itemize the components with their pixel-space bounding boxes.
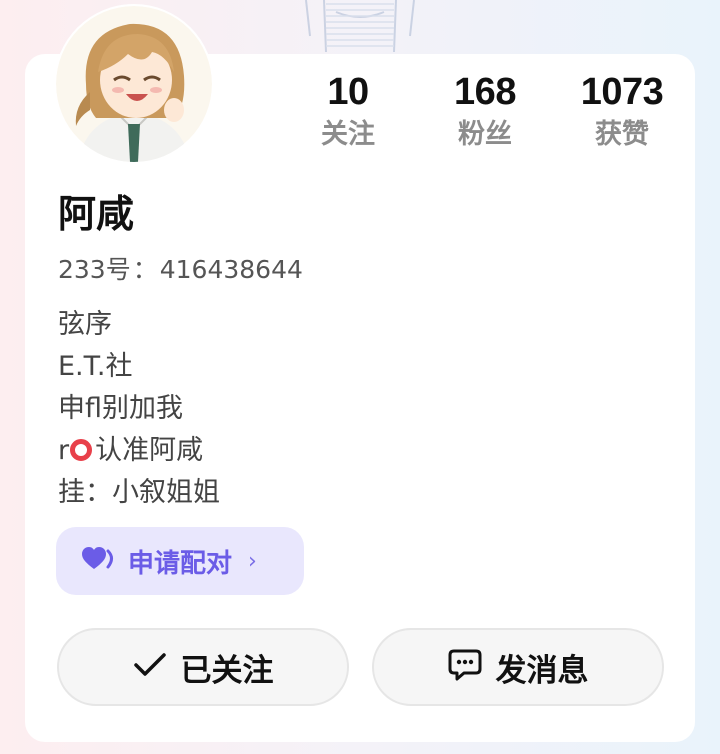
bio-line-with-icon: r 认准阿咸 bbox=[58, 430, 220, 472]
bio-line: 弦序 bbox=[58, 309, 112, 340]
request-pairing-label: 申请配对 bbox=[128, 548, 233, 579]
following-label: 关注 bbox=[321, 119, 375, 150]
bio-line: 挂：小叙姐姐 bbox=[58, 477, 220, 508]
chat-bubble-icon bbox=[448, 649, 482, 685]
decorative-figure bbox=[296, 0, 424, 53]
bio-line-prefix: r bbox=[58, 435, 70, 466]
likes-count: 1073 bbox=[580, 71, 664, 113]
heart-pair-icon bbox=[82, 547, 116, 575]
send-message-button[interactable]: 发消息 bbox=[372, 628, 664, 706]
following-count: 10 bbox=[327, 71, 369, 113]
user-id-separator: ： bbox=[132, 255, 158, 284]
request-pairing-button[interactable]: 申请配对 › bbox=[56, 527, 304, 595]
user-id-label: 233号 bbox=[58, 255, 131, 284]
stat-following[interactable]: 10 关注 bbox=[288, 72, 408, 150]
check-icon bbox=[133, 652, 167, 682]
red-ring-icon bbox=[70, 439, 93, 461]
user-id: 233号：416438644 bbox=[58, 254, 303, 286]
followers-count: 168 bbox=[454, 71, 516, 113]
bio: 弦序 E.T.社 申fl别加我 r 认准阿咸 挂：小叙姐姐 bbox=[58, 304, 220, 514]
stat-followers[interactable]: 168 粉丝 bbox=[425, 72, 545, 150]
avatar[interactable] bbox=[56, 6, 212, 162]
send-message-label: 发消息 bbox=[495, 652, 589, 689]
likes-label: 获赞 bbox=[595, 119, 649, 150]
following-button[interactable]: 已关注 bbox=[57, 628, 349, 706]
following-button-label: 已关注 bbox=[180, 652, 274, 689]
bio-line: E.T.社 bbox=[58, 351, 133, 382]
user-id-value: 416438644 bbox=[159, 255, 303, 284]
username: 阿咸 bbox=[58, 192, 135, 236]
followers-label: 粉丝 bbox=[458, 119, 512, 150]
anime-girl-avatar-icon bbox=[56, 6, 212, 162]
stat-likes[interactable]: 1073 获赞 bbox=[562, 72, 682, 150]
bio-line: 申fl别加我 bbox=[58, 393, 184, 424]
chevron-right-icon: › bbox=[248, 548, 257, 574]
bio-line-suffix: 认准阿咸 bbox=[95, 435, 204, 466]
